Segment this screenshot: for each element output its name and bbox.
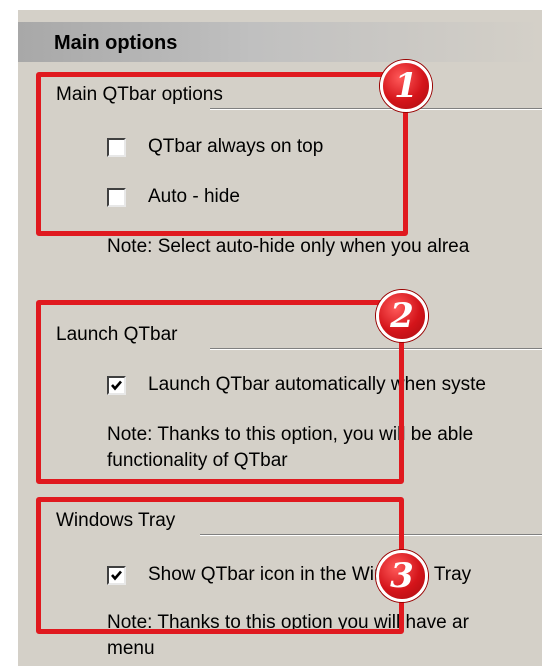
separator <box>200 534 542 536</box>
auto-hide-checkbox[interactable] <box>107 188 126 207</box>
qtbar-always-on-top-checkbox[interactable] <box>107 138 126 157</box>
auto-hide-note: Note: Select auto-hide only when you alr… <box>107 236 470 257</box>
step-badge-1: 1 <box>380 60 432 112</box>
launch-automatically-label[interactable]: Launch QTbar automatically when syste <box>148 374 486 396</box>
step-badge-2: 2 <box>376 290 428 342</box>
launch-automatically-checkbox[interactable] <box>107 376 126 395</box>
auto-hide-label[interactable]: Auto - hide <box>148 186 240 208</box>
section-title-launch-qtbar: Launch QTbar <box>56 324 178 345</box>
separator <box>210 108 542 110</box>
page-title: Main options <box>54 32 178 54</box>
checkmark-icon <box>111 380 122 391</box>
separator <box>210 348 542 350</box>
launch-note-line1: Note: Thanks to this option, you will be… <box>107 424 474 445</box>
checkmark-icon <box>111 570 122 581</box>
tray-note-line2: menu <box>107 638 155 659</box>
section-title-windows-tray: Windows Tray <box>56 510 176 531</box>
section-title-main-qtbar-options: Main QTbar options <box>56 84 223 105</box>
qtbar-always-on-top-label[interactable]: QTbar always on top <box>148 136 323 158</box>
launch-note-line2: functionality of QTbar <box>107 450 288 471</box>
step-badge-3: 3 <box>376 550 428 602</box>
tray-note-line1: Note: Thanks to this option you will hav… <box>107 612 469 633</box>
show-tray-icon-checkbox[interactable] <box>107 566 126 585</box>
main-options-header: Main options <box>18 22 542 62</box>
